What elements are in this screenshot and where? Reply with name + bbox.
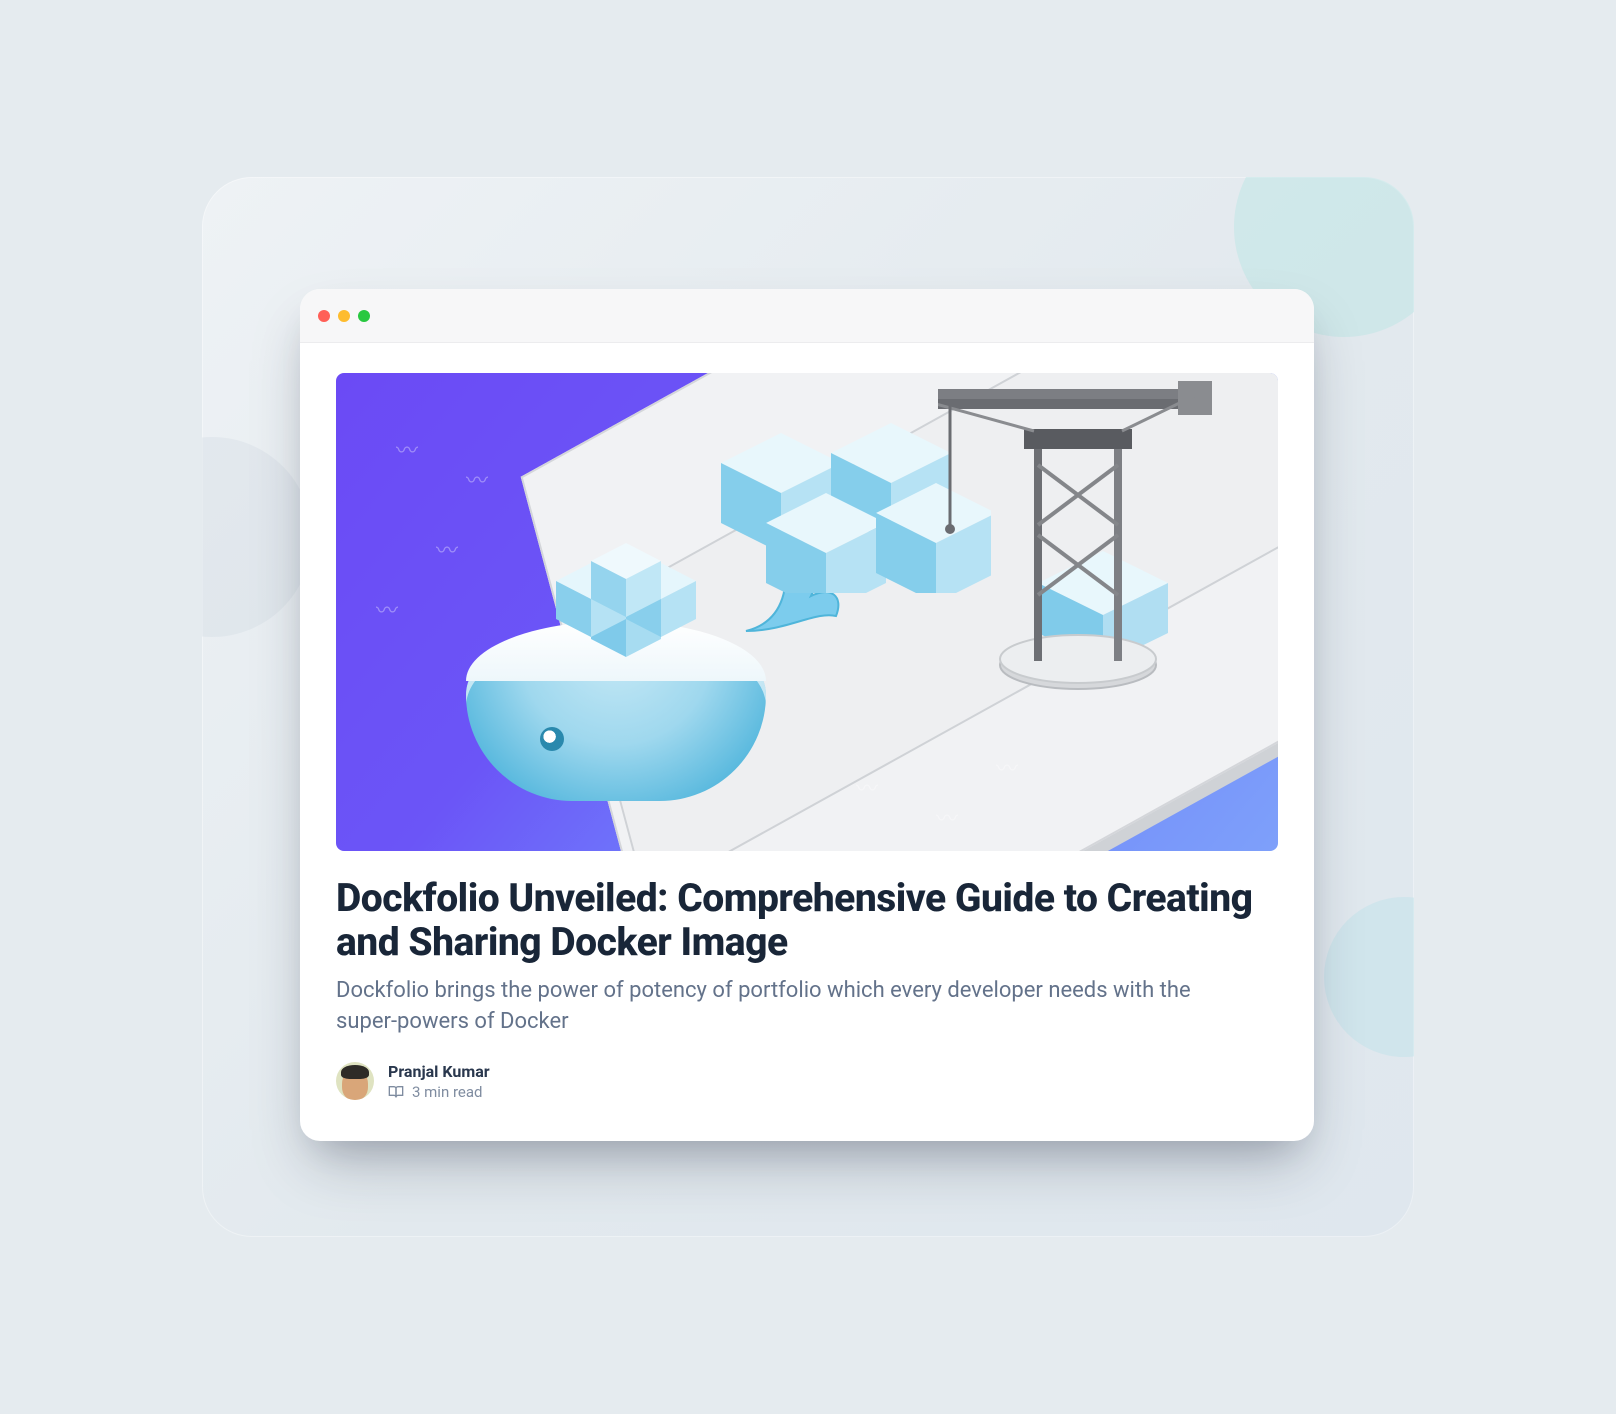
wave-icon: 〰 — [466, 463, 492, 473]
wave-icon: 〰 — [396, 433, 422, 443]
window-maximize-button[interactable] — [358, 310, 370, 322]
article-title[interactable]: Dockfolio Unveiled: Comprehensive Guide … — [336, 877, 1278, 964]
window-titlebar — [300, 289, 1314, 343]
bg-decor-circle — [1324, 897, 1414, 1057]
author-avatar[interactable] — [336, 1062, 374, 1100]
hero-illustration: 〰 〰 〰 〰 〰 〰 〰 — [336, 373, 1278, 851]
read-time: 3 min read — [412, 1083, 482, 1101]
author-name[interactable]: Pranjal Kumar — [388, 1062, 490, 1081]
window-close-button[interactable] — [318, 310, 330, 322]
whale-eye — [540, 727, 564, 751]
byline: Pranjal Kumar 3 min read — [336, 1062, 1278, 1101]
container-icon — [536, 521, 716, 661]
traffic-lights — [318, 310, 370, 322]
wave-icon: 〰 — [436, 533, 462, 543]
crane-icon — [938, 375, 1218, 695]
stage: 〰 〰 〰 〰 〰 〰 〰 — [202, 177, 1414, 1237]
book-open-icon — [388, 1084, 404, 1100]
browser-window: 〰 〰 〰 〰 〰 〰 〰 — [300, 289, 1314, 1141]
window-minimize-button[interactable] — [338, 310, 350, 322]
wave-icon: 〰 — [376, 593, 402, 603]
article-card: 〰 〰 〰 〰 〰 〰 〰 — [300, 343, 1314, 1141]
article-subtitle: Dockfolio brings the power of potency of… — [336, 976, 1236, 1038]
bg-decor-circle — [202, 437, 312, 637]
read-time-row: 3 min read — [388, 1083, 490, 1101]
